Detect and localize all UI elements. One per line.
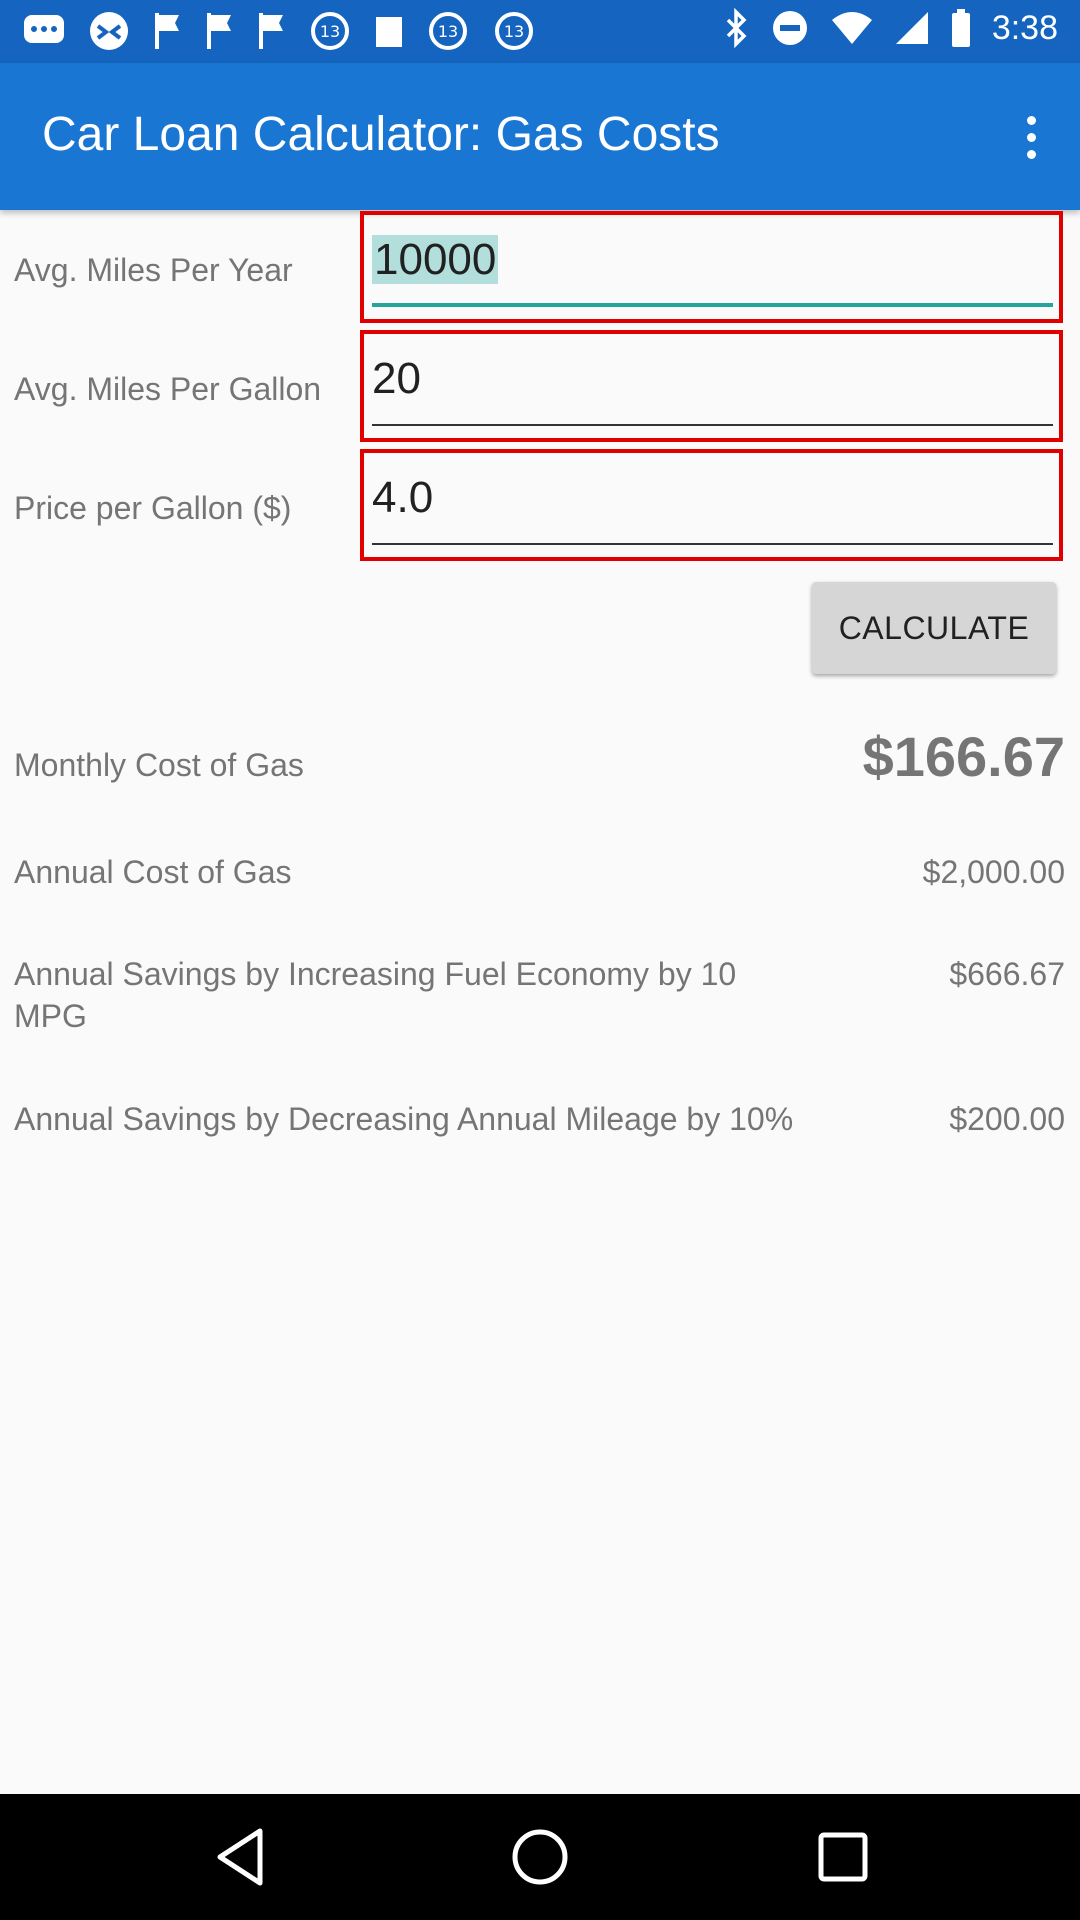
annual-cost-label: Annual Cost of Gas <box>14 854 292 890</box>
status-bar: 13 13 13 3:38 <box>0 0 1080 63</box>
battery-icon <box>950 8 972 48</box>
do-not-disturb-icon <box>770 8 810 48</box>
miles-per-year-value: 10000 <box>372 235 499 284</box>
bluetooth-icon <box>724 8 750 48</box>
svg-text:13: 13 <box>438 22 458 41</box>
calculate-button[interactable]: CALCULATE <box>812 582 1056 674</box>
wifi-icon <box>830 10 874 46</box>
miles-per-year-field-box: 10000 <box>360 211 1063 323</box>
monthly-cost-value: $166.67 <box>862 725 1065 788</box>
square-icon <box>374 13 404 49</box>
price-per-gallon-input[interactable]: 4.0 <box>372 473 1053 545</box>
svg-text:13: 13 <box>504 22 524 41</box>
annual-cost-value: $2,000.00 <box>922 854 1065 890</box>
miles-per-gallon-label: Avg. Miles Per Gallon <box>14 371 322 407</box>
status-time: 3:38 <box>991 8 1058 47</box>
miles-per-year-input[interactable]: 10000 <box>372 235 1053 307</box>
messages-icon <box>22 11 66 51</box>
miles-per-gallon-field-box: 20 <box>360 330 1063 442</box>
app-bar: Car Loan Calculator: Gas Costs <box>0 63 1080 210</box>
recents-icon[interactable] <box>810 1824 876 1890</box>
navigation-bar <box>0 1794 1080 1920</box>
system-icons: 3:38 <box>724 8 1058 48</box>
page-title: Car Loan Calculator: Gas Costs <box>42 108 720 161</box>
back-icon[interactable] <box>207 1824 273 1890</box>
price-per-gallon-label: Price per Gallon ($) <box>14 490 292 526</box>
miles-per-gallon-input[interactable]: 20 <box>372 354 1053 426</box>
savings-economy-label: Annual Savings by Increasing Fuel Econom… <box>14 956 737 1034</box>
price-per-gallon-field-box: 4.0 <box>360 449 1063 561</box>
savings-economy-value: $666.67 <box>949 956 1065 992</box>
more-vert-icon[interactable] <box>1006 109 1056 165</box>
flag-icon <box>256 11 286 51</box>
monthly-cost-label: Monthly Cost of Gas <box>14 747 304 783</box>
flag-icon <box>204 11 234 51</box>
news-13-icon: 13 <box>492 11 536 51</box>
miles-per-gallon-value: 20 <box>372 354 421 403</box>
flag-icon <box>152 11 182 51</box>
price-per-gallon-value: 4.0 <box>372 473 434 522</box>
game-controller-icon <box>88 10 130 52</box>
svg-text:13: 13 <box>320 22 340 41</box>
savings-mileage-value: $200.00 <box>949 1101 1065 1137</box>
news-13-icon: 13 <box>426 11 470 51</box>
news-13-icon: 13 <box>308 11 352 51</box>
savings-mileage-label: Annual Savings by Decreasing Annual Mile… <box>14 1101 794 1137</box>
cellular-signal-icon <box>894 10 930 46</box>
home-icon[interactable] <box>507 1824 573 1890</box>
miles-per-year-label: Avg. Miles Per Year <box>14 252 293 288</box>
notification-icons: 13 13 13 <box>22 10 536 52</box>
